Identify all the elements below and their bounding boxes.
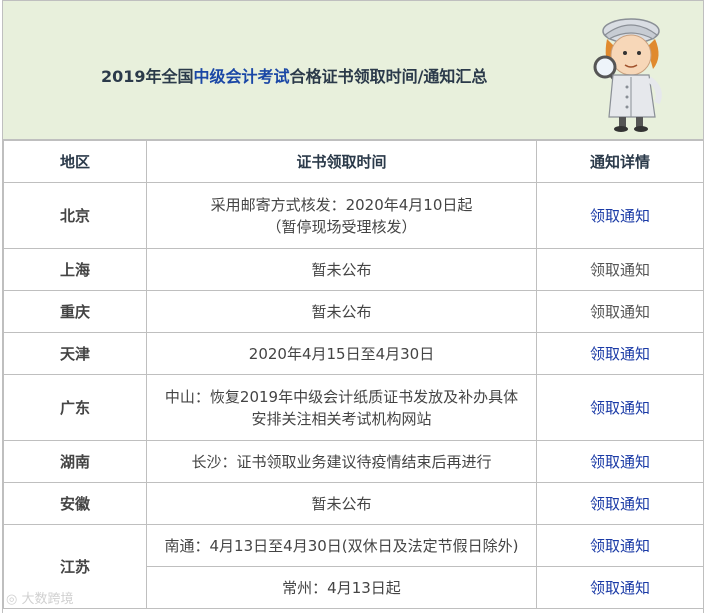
table-row: 北京 采用邮寄方式核发：2020年4月10日起 （暂停现场受理核发） 领取通知 (3, 182, 704, 249)
header-region: 地区 (3, 140, 147, 183)
time-cell: 采用邮寄方式核发：2020年4月10日起 （暂停现场受理核发） (146, 182, 537, 249)
time-cell: 南通：4月13日至4月30日(双休日及法定节假日除外) (146, 524, 537, 567)
notice-link[interactable]: 领取通知 (590, 399, 650, 417)
table-row: 湖南 长沙：证书领取业务建议待疫情结束后再进行 领取通知 (3, 440, 704, 483)
time-cell: 暂未公布 (146, 482, 537, 525)
page-frame: 2019年全国中级会计考试合格证书领取时间/通知汇总 地区 证书领取时间 通知详… (2, 0, 704, 613)
header-time: 证书领取时间 (146, 140, 537, 183)
certificate-table: 地区 证书领取时间 通知详情 北京 采用邮寄方式核发：2020年4月10日起 （… (3, 140, 704, 609)
table-row: 广东 中山：恢复2019年中级会计纸质证书发放及补办具体 安排关注相关考试机构网… (3, 374, 704, 441)
notice-cell: 领取通知 (536, 290, 704, 333)
time-cell: 长沙：证书领取业务建议待疫情结束后再进行 (146, 440, 537, 483)
notice-cell: 领取通知 (536, 440, 704, 483)
region-cell: 北京 (3, 182, 147, 249)
region-cell: 湖南 (3, 440, 147, 483)
notice-link[interactable]: 领取通知 (590, 537, 650, 555)
region-cell: 天津 (3, 332, 147, 375)
table-row: 上海 暂未公布 领取通知 (3, 248, 704, 291)
time-cell: 中山：恢复2019年中级会计纸质证书发放及补办具体 安排关注相关考试机构网站 (146, 374, 537, 441)
watermark-logo: ◎ 大数跨境 (6, 588, 74, 607)
table-row: 安徽 暂未公布 领取通知 (3, 482, 704, 525)
title-highlight: 中级会计考试 (193, 67, 290, 86)
notice-text: 领取通知 (589, 302, 650, 321)
time-line: 中山：恢复2019年中级会计纸质证书发放及补办具体 (164, 387, 519, 406)
title-prefix: 2019年全国 (101, 67, 194, 86)
time-line: （暂停现场受理核发） (266, 217, 417, 236)
watermark-text: 大数跨境 (21, 592, 74, 607)
notice-link[interactable]: 领取通知 (590, 495, 650, 513)
time-cell: 2020年4月15日至4月30日 (146, 332, 537, 375)
time-cell: 暂未公布 (146, 248, 537, 291)
notice-cell: 领取通知 (536, 566, 704, 609)
detective-magnifier-character-icon (593, 18, 662, 132)
notice-cell: 领取通知 (536, 482, 704, 525)
region-cell: 广东 (3, 374, 147, 441)
page-title: 2019年全国中级会计考试合格证书领取时间/通知汇总 (101, 63, 487, 87)
notice-cell: 领取通知 (536, 332, 704, 375)
region-cell: 安徽 (3, 482, 147, 525)
region-cell: 上海 (3, 248, 147, 291)
notice-cell: 领取通知 (536, 248, 704, 291)
time-line: 安排关注相关考试机构网站 (251, 409, 432, 428)
table-row: 天津 2020年4月15日至4月30日 领取通知 (3, 332, 704, 375)
title-suffix: 合格证书领取时间/通知汇总 (289, 67, 488, 86)
table-row: 江苏 南通：4月13日至4月30日(双休日及法定节假日除外) 领取通知 (3, 524, 704, 609)
notice-link[interactable]: 领取通知 (590, 345, 650, 363)
notice-cell: 领取通知 (536, 524, 704, 567)
region-cell: 重庆 (3, 290, 147, 333)
notice-cell: 领取通知 (536, 182, 704, 249)
table-header-row: 地区 证书领取时间 通知详情 (3, 140, 704, 183)
notice-cell: 领取通知 (536, 374, 704, 441)
time-cell: 常州：4月13日起 (146, 566, 537, 609)
notice-link[interactable]: 领取通知 (590, 207, 650, 225)
header-banner: 2019年全国中级会计考试合格证书领取时间/通知汇总 (3, 0, 703, 140)
notice-link[interactable]: 领取通知 (590, 453, 650, 471)
notice-link[interactable]: 领取通知 (590, 579, 650, 597)
notice-text: 领取通知 (589, 260, 650, 279)
watermark-icon: ◎ (6, 592, 18, 607)
table-row: 重庆 暂未公布 领取通知 (3, 290, 704, 333)
header-notice: 通知详情 (536, 140, 704, 183)
time-line: 采用邮寄方式核发：2020年4月10日起 (210, 195, 473, 214)
time-cell: 暂未公布 (146, 290, 537, 333)
